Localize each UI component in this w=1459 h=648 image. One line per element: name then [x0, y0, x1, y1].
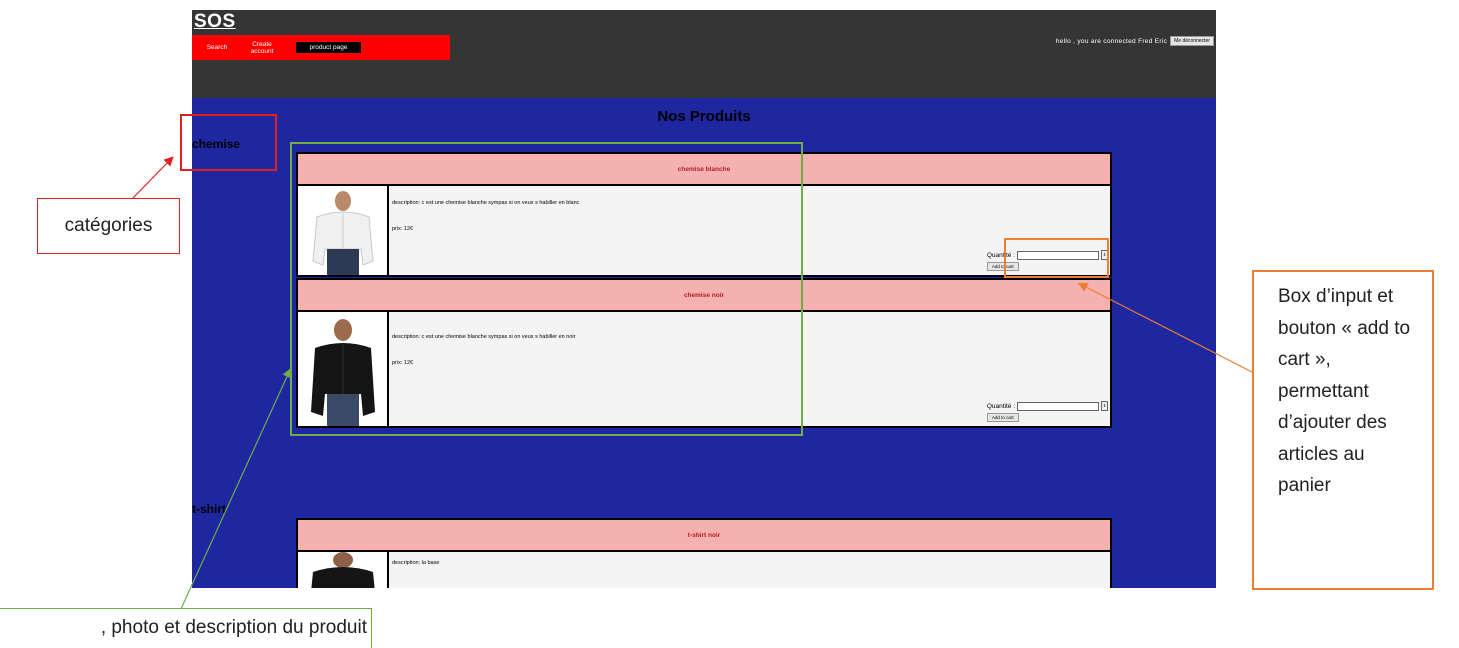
- annotation-product: , photo et description du produit: [0, 608, 372, 648]
- annotation-arrows: [132, 156, 1253, 623]
- annotation-categories: catégories: [37, 198, 180, 254]
- annotation-input: Box d’input et bouton « add to cart », p…: [1252, 270, 1434, 590]
